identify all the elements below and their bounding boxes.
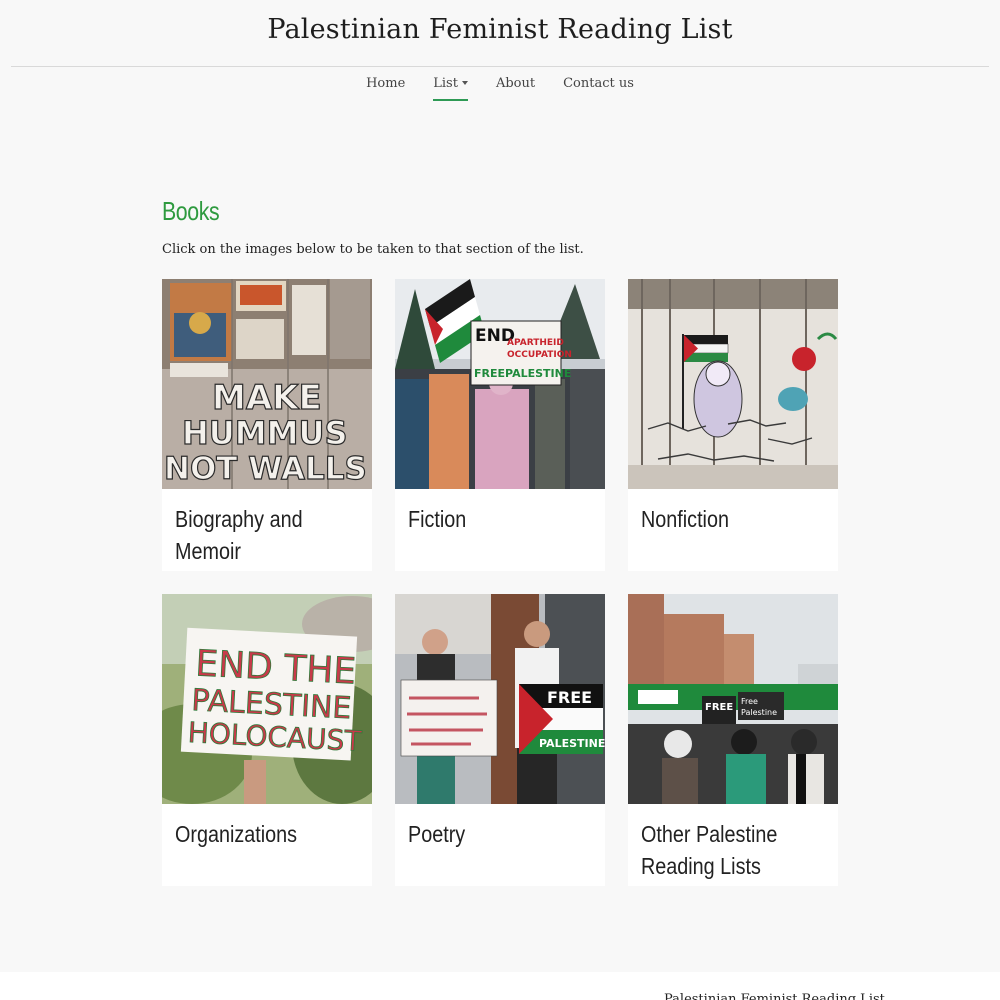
sign-image: END THE PALESTINE HOLOCAUST xyxy=(162,594,372,804)
nav-item-contact[interactable]: Contact us xyxy=(549,76,648,91)
nav-item-about[interactable]: About xyxy=(482,76,549,91)
card-biography-and-memoir[interactable]: MAKE HUMMUS NOT WALLS Biography and Memo… xyxy=(162,279,372,571)
handmade-sign: END THE PALESTINE HOLOCAUST xyxy=(180,627,364,761)
flag-text-2: PALESTINE xyxy=(539,737,605,750)
protest-image: END APARTHEID OCCUPATION FREEPALESTINE xyxy=(395,279,605,489)
protest-sign: END APARTHEID OCCUPATION FREEPALESTINE xyxy=(470,320,572,386)
sign-text-1: FREE xyxy=(705,702,733,713)
nav-item-home[interactable]: Home xyxy=(352,76,419,91)
footer: Palestinian Feminist Reading List xyxy=(0,972,1000,1000)
header-divider xyxy=(11,66,989,67)
card-image[interactable]: FREE Free Palestine xyxy=(628,594,838,804)
protesters-image: FREE PALESTINE xyxy=(395,594,605,804)
card-image[interactable] xyxy=(628,279,838,489)
card-nonfiction[interactable]: Nonfiction xyxy=(628,279,838,571)
card-image[interactable]: END APARTHEID OCCUPATION FREEPALESTINE xyxy=(395,279,605,489)
footer-site-title[interactable]: Palestinian Feminist Reading List xyxy=(664,992,885,1000)
chevron-down-icon[interactable] xyxy=(461,80,468,85)
card-organizations[interactable]: END THE PALESTINE HOLOCAUST Organization… xyxy=(162,594,372,886)
wall-mural-image xyxy=(628,279,838,489)
graffiti-line-1: MAKE xyxy=(212,378,322,418)
card-poetry[interactable]: FREE PALESTINE Poetry xyxy=(395,594,605,886)
flag-palestine: FREE PALESTINE xyxy=(519,684,605,754)
nav-item-label: About xyxy=(495,76,536,91)
sign-line-3: OCCUPATION xyxy=(507,350,572,360)
sign-line-2: APARTHEID xyxy=(507,338,564,348)
sign-line-4: FREEPALESTINE xyxy=(474,367,571,380)
intro-text: Click on the images below to be taken to… xyxy=(162,242,584,257)
nav-item-label: Home xyxy=(366,76,406,91)
card-other-palestine-reading-lists[interactable]: FREE Free Palestine Other Palestine Read… xyxy=(628,594,838,886)
graffiti-line-3: NOT WALLS xyxy=(164,451,367,487)
sign-text-2: Free xyxy=(741,697,758,706)
card-label: Biography and Memoir xyxy=(175,506,303,564)
sign-text-3: Palestine xyxy=(741,708,777,717)
card-label: Other Palestine Reading Lists xyxy=(641,821,778,879)
card-image[interactable]: FREE PALESTINE xyxy=(395,594,605,804)
site-title[interactable]: Palestinian Feminist Reading List xyxy=(0,14,1000,45)
card-label: Organizations xyxy=(175,821,298,847)
nav-item-label: List xyxy=(433,76,458,91)
card-label: Poetry xyxy=(408,821,466,847)
page-title: Books xyxy=(162,196,220,226)
nav-item-list[interactable]: List xyxy=(419,76,482,101)
nav-item-label: Contact us xyxy=(563,76,634,91)
main-nav: Home List About Contact us xyxy=(0,76,1000,101)
wall-graffiti-image: MAKE HUMMUS NOT WALLS xyxy=(162,279,372,489)
flag-text-1: FREE xyxy=(547,688,592,707)
card-label: Nonfiction xyxy=(641,506,729,532)
card-image[interactable]: MAKE HUMMUS NOT WALLS xyxy=(162,279,372,489)
street-protest-image: FREE Free Palestine xyxy=(628,594,838,804)
card-label: Fiction xyxy=(408,506,467,532)
protest-signs: FREE Free Palestine xyxy=(702,692,784,724)
poster-sign xyxy=(400,679,498,757)
card-image[interactable]: END THE PALESTINE HOLOCAUST xyxy=(162,594,372,804)
graffiti-line-2: HUMMUS xyxy=(182,414,347,452)
card-fiction[interactable]: END APARTHEID OCCUPATION FREEPALESTINE F… xyxy=(395,279,605,571)
